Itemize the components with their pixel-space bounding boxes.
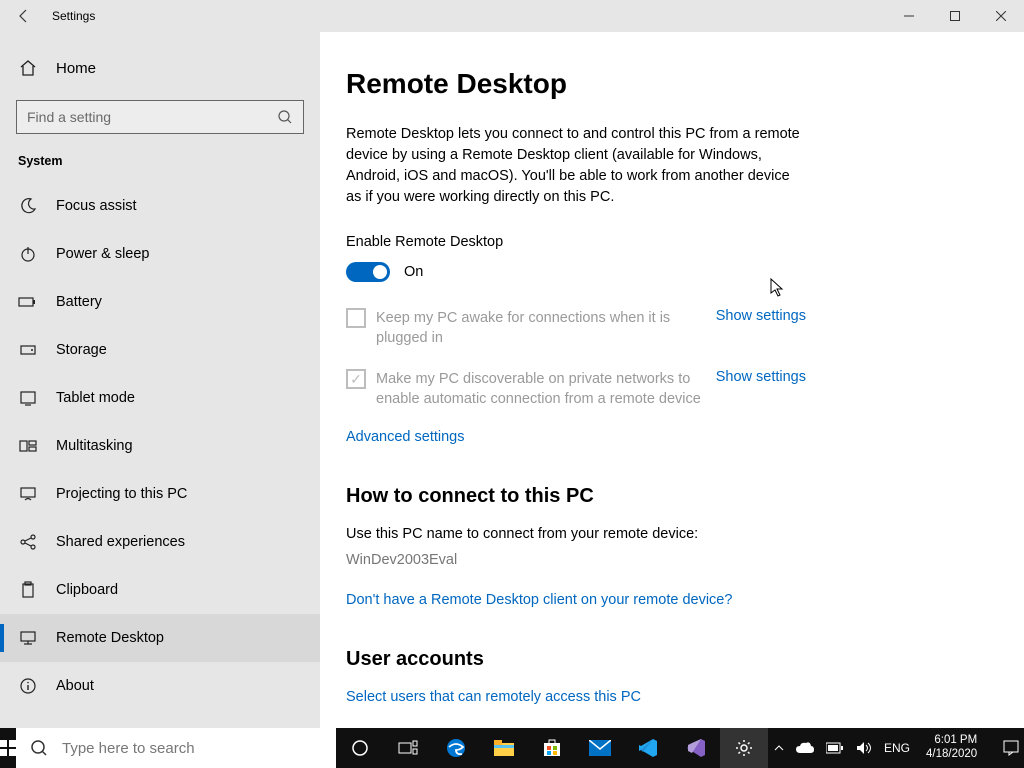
multitasking-icon xyxy=(18,437,38,455)
advanced-settings-link[interactable]: Advanced settings xyxy=(346,429,1024,445)
home-label: Home xyxy=(56,60,96,77)
discoverable-checkbox[interactable] xyxy=(346,369,366,389)
taskbar: Type here to search ENG 6:01 PM 4/18/202… xyxy=(0,728,1024,768)
sidebar-item-tablet-mode[interactable]: Tablet mode xyxy=(0,374,320,422)
sidebar-item-label: Tablet mode xyxy=(56,390,135,406)
info-icon xyxy=(18,677,38,695)
search-icon xyxy=(277,109,293,125)
pc-name: WinDev2003Eval xyxy=(346,552,1024,568)
howto-line: Use this PC name to connect from your re… xyxy=(346,526,1024,542)
back-button[interactable] xyxy=(0,0,48,32)
discoverable-label: Make my PC discoverable on private netwo… xyxy=(376,369,716,410)
sidebar-item-home[interactable]: Home xyxy=(0,44,320,92)
storage-icon xyxy=(18,341,38,359)
sidebar-item-label: Power & sleep xyxy=(56,246,150,262)
maximize-button[interactable] xyxy=(932,0,978,32)
remote-desktop-icon xyxy=(18,629,38,647)
toggle-state-label: On xyxy=(404,264,423,280)
clock-time: 6:01 PM xyxy=(926,734,977,748)
howto-title: How to connect to this PC xyxy=(346,485,1024,508)
taskbar-app-explorer[interactable] xyxy=(480,728,528,768)
taskbar-search-placeholder: Type here to search xyxy=(62,740,195,757)
user-accounts-title: User accounts xyxy=(346,648,1024,671)
sidebar-item-about[interactable]: About xyxy=(0,662,320,710)
keep-awake-show-settings-link[interactable]: Show settings xyxy=(716,308,806,324)
moon-icon xyxy=(18,197,38,215)
tray-onedrive-icon[interactable] xyxy=(790,728,820,768)
tablet-icon xyxy=(18,389,38,407)
start-button[interactable] xyxy=(0,728,16,768)
cortana-button[interactable] xyxy=(336,728,384,768)
tray-clock[interactable]: 6:01 PM 4/18/2020 xyxy=(916,734,987,762)
taskbar-app-settings[interactable] xyxy=(720,728,768,768)
sidebar-item-multitasking[interactable]: Multitasking xyxy=(0,422,320,470)
page-title: Remote Desktop xyxy=(346,68,1024,100)
action-center-button[interactable] xyxy=(987,740,1024,756)
sidebar-item-label: About xyxy=(56,678,94,694)
sidebar-item-focus-assist[interactable]: Focus assist xyxy=(0,182,320,230)
sidebar-group-label: System xyxy=(0,150,320,182)
taskbar-app-store[interactable] xyxy=(528,728,576,768)
close-button[interactable] xyxy=(978,0,1024,32)
minimize-button[interactable] xyxy=(886,0,932,32)
home-icon xyxy=(18,59,38,77)
sidebar-item-projecting[interactable]: Projecting to this PC xyxy=(0,470,320,518)
sidebar-item-remote-desktop[interactable]: Remote Desktop xyxy=(0,614,320,662)
no-client-link[interactable]: Don't have a Remote Desktop client on yo… xyxy=(346,592,1024,608)
taskbar-search[interactable]: Type here to search xyxy=(16,728,336,768)
tray-chevron[interactable] xyxy=(768,728,790,768)
sidebar-item-shared-experiences[interactable]: Shared experiences xyxy=(0,518,320,566)
sidebar-item-clipboard[interactable]: Clipboard xyxy=(0,566,320,614)
sidebar: Home System Focus assist Power & sleep xyxy=(0,32,320,728)
sidebar-item-label: Battery xyxy=(56,294,102,310)
task-view-button[interactable] xyxy=(384,728,432,768)
sidebar-item-label: Multitasking xyxy=(56,438,133,454)
share-icon xyxy=(18,533,38,551)
clipboard-icon xyxy=(18,581,38,599)
sidebar-item-label: Focus assist xyxy=(56,198,137,214)
taskbar-app-mail[interactable] xyxy=(576,728,624,768)
sidebar-item-power-sleep[interactable]: Power & sleep xyxy=(0,230,320,278)
taskbar-app-visualstudio[interactable] xyxy=(672,728,720,768)
sidebar-item-label: Projecting to this PC xyxy=(56,486,187,502)
search-input[interactable] xyxy=(27,109,277,125)
sidebar-item-label: Shared experiences xyxy=(56,534,185,550)
keep-awake-label: Keep my PC awake for connections when it… xyxy=(376,308,716,349)
select-users-link[interactable]: Select users that can remotely access th… xyxy=(346,689,1024,705)
search-input-container[interactable] xyxy=(16,100,304,134)
main-content: Remote Desktop Remote Desktop lets you c… xyxy=(320,32,1024,728)
sidebar-item-storage[interactable]: Storage xyxy=(0,326,320,374)
tray-language[interactable]: ENG xyxy=(878,728,916,768)
discoverable-show-settings-link[interactable]: Show settings xyxy=(716,369,806,385)
projecting-icon xyxy=(18,485,38,503)
sidebar-item-label: Clipboard xyxy=(56,582,118,598)
sidebar-item-label: Storage xyxy=(56,342,107,358)
power-icon xyxy=(18,245,38,263)
tray-battery-icon[interactable] xyxy=(820,728,850,768)
taskbar-app-vscode[interactable] xyxy=(624,728,672,768)
sidebar-item-battery[interactable]: Battery xyxy=(0,278,320,326)
battery-icon xyxy=(18,293,38,311)
sidebar-item-label: Remote Desktop xyxy=(56,630,164,646)
window-title: Settings xyxy=(48,9,95,23)
page-description: Remote Desktop lets you connect to and c… xyxy=(346,124,806,208)
enable-remote-desktop-label: Enable Remote Desktop xyxy=(346,234,1024,250)
search-icon xyxy=(30,739,48,757)
clock-date: 4/18/2020 xyxy=(926,748,977,762)
tray-volume-icon[interactable] xyxy=(850,728,878,768)
keep-awake-checkbox[interactable] xyxy=(346,308,366,328)
enable-remote-desktop-toggle[interactable] xyxy=(346,262,390,282)
taskbar-app-edge[interactable] xyxy=(432,728,480,768)
